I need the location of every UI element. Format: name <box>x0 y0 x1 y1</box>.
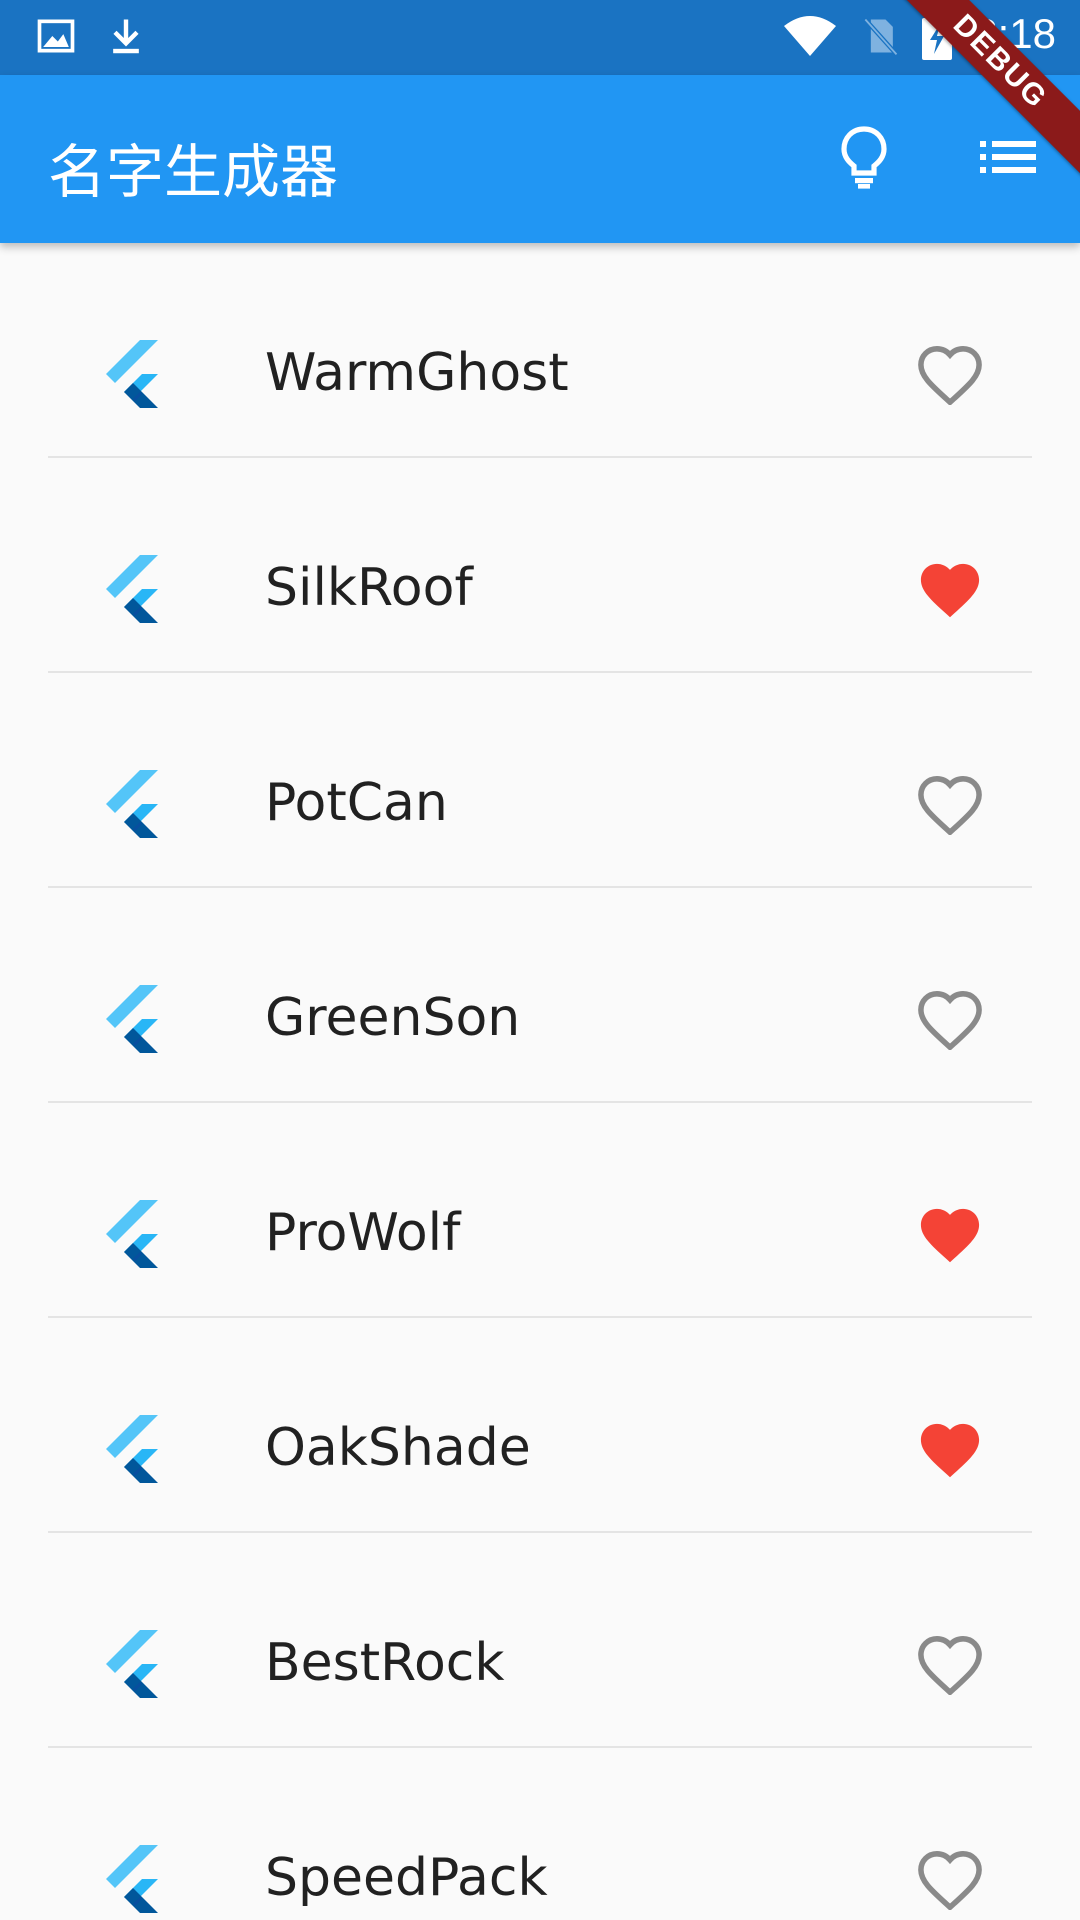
heart-outline-icon[interactable] <box>918 775 982 836</box>
flutter-logo-icon <box>104 770 160 840</box>
heart-filled-icon[interactable] <box>918 1205 982 1265</box>
app-bar: 名字生成器 <box>0 75 1080 243</box>
heart-filled-icon[interactable] <box>918 560 982 620</box>
flutter-logo-icon <box>104 1415 160 1485</box>
list-item[interactable]: OakShade <box>0 1318 1080 1533</box>
heart-outline-icon[interactable] <box>918 990 982 1051</box>
flutter-logo-icon <box>104 1200 160 1270</box>
word-pair-label: PotCan <box>265 773 448 833</box>
flutter-logo-icon <box>104 555 160 625</box>
list-item[interactable]: SpeedPack <box>0 1748 1080 1920</box>
list-item[interactable]: PotCan <box>0 673 1080 888</box>
image-icon <box>34 14 78 58</box>
word-pair-label: SpeedPack <box>265 1848 548 1908</box>
flutter-logo-icon <box>104 340 160 410</box>
heart-outline-icon[interactable] <box>918 1850 982 1911</box>
page-title: 名字生成器 <box>48 138 339 206</box>
download-icon <box>104 14 148 58</box>
lightbulb-icon <box>838 125 890 193</box>
app-screen: 8:18 DEBUG 名字生成器 WarmGhost SilkRoof PotC… <box>0 0 1080 1920</box>
word-pair-label: WarmGhost <box>265 343 569 403</box>
list-item[interactable]: GreenSon <box>0 888 1080 1103</box>
word-pair-list[interactable]: WarmGhost SilkRoof PotCan GreenSon ProWolf Oa… <box>0 243 1080 1920</box>
list-item[interactable]: WarmGhost <box>0 243 1080 458</box>
flutter-logo-icon <box>104 1630 160 1700</box>
list-icon <box>980 137 1036 181</box>
list-item[interactable]: ProWolf <box>0 1103 1080 1318</box>
no-sim-icon <box>858 14 902 58</box>
list-item[interactable]: SilkRoof <box>0 458 1080 673</box>
lightbulb-button[interactable] <box>826 121 902 197</box>
flutter-logo-icon <box>104 985 160 1055</box>
wifi-icon <box>782 14 838 58</box>
heart-filled-icon[interactable] <box>918 1420 982 1480</box>
heart-outline-icon[interactable] <box>918 345 982 406</box>
saved-list-button[interactable] <box>970 121 1046 197</box>
word-pair-label: BestRock <box>265 1633 505 1693</box>
word-pair-label: GreenSon <box>265 988 521 1048</box>
list-item[interactable]: BestRock <box>0 1533 1080 1748</box>
word-pair-label: ProWolf <box>265 1203 461 1263</box>
heart-outline-icon[interactable] <box>918 1635 982 1696</box>
word-pair-label: SilkRoof <box>265 558 473 618</box>
word-pair-label: OakShade <box>265 1418 531 1478</box>
flutter-logo-icon <box>104 1845 160 1915</box>
